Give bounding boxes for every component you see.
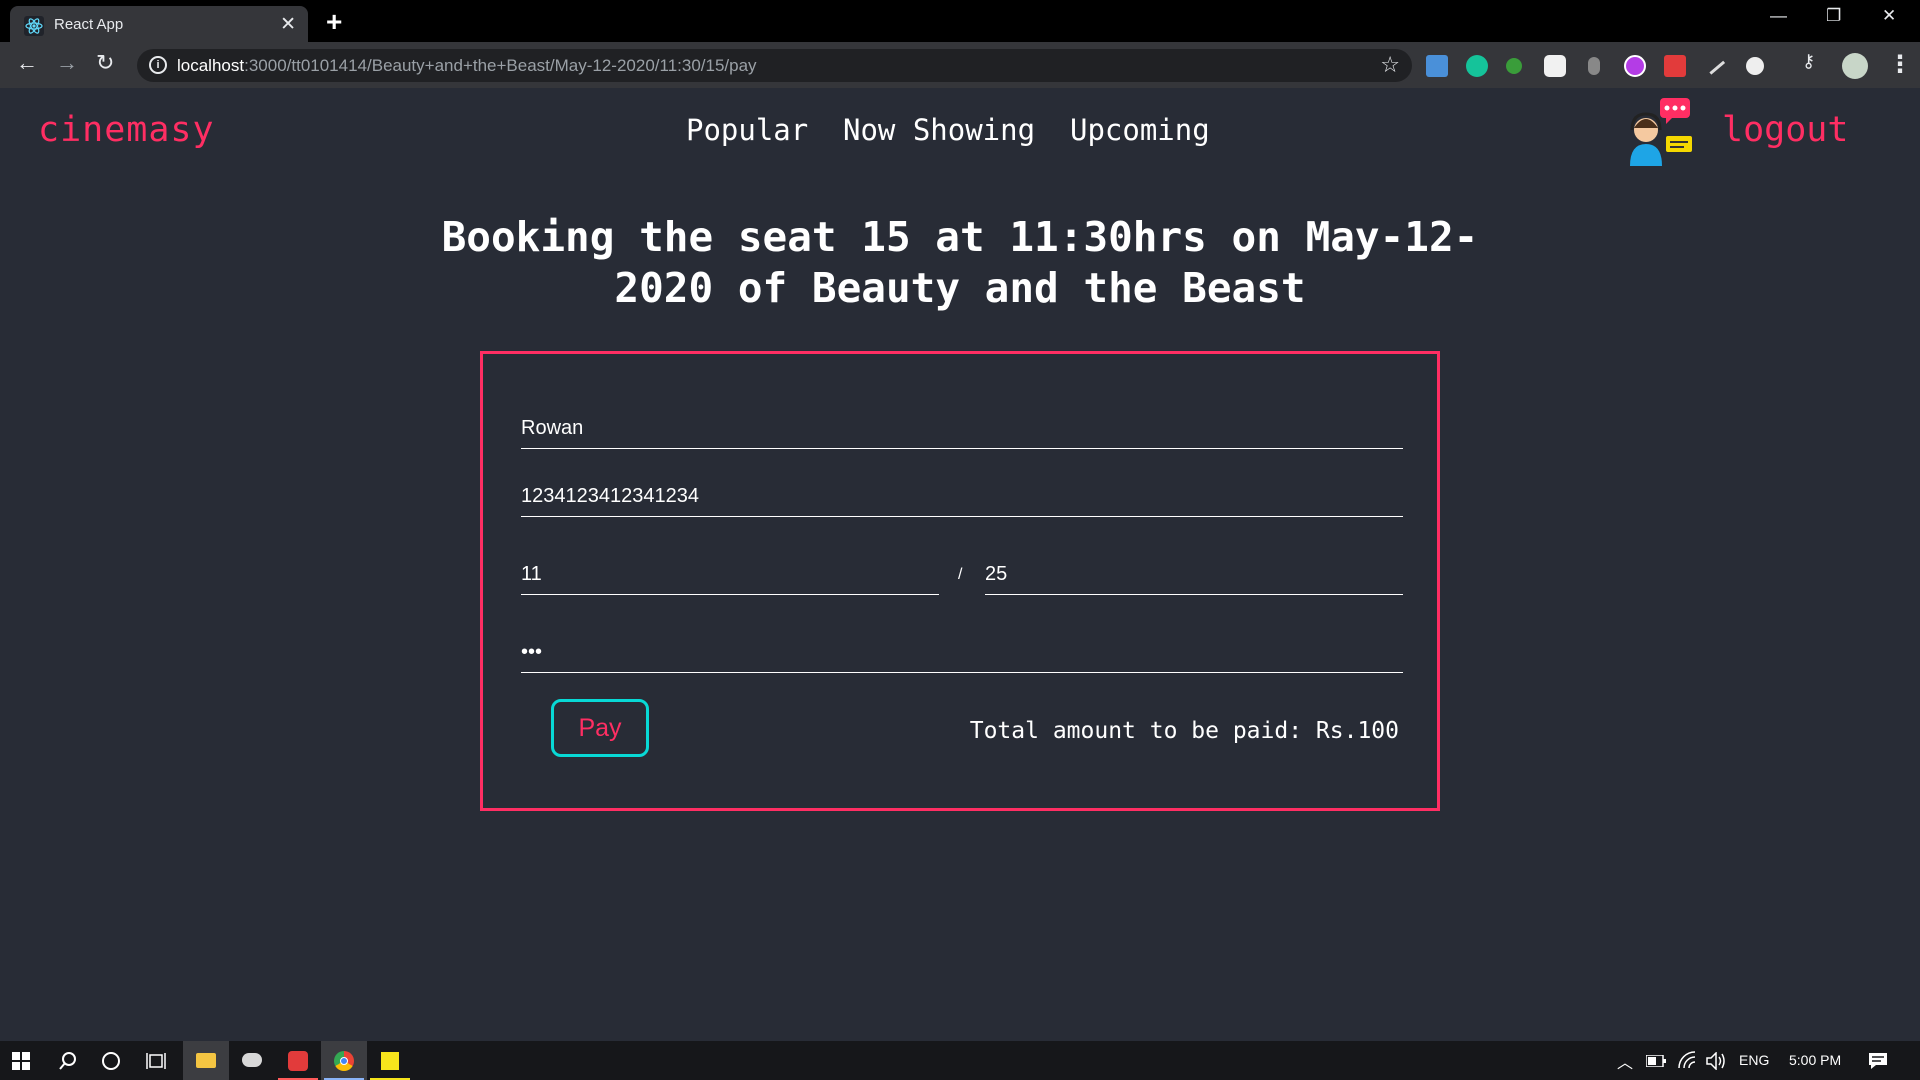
page-title: Booking the seat 15 at 11:30hrs on May-1… — [441, 213, 1479, 312]
new-tab-button[interactable]: + — [326, 6, 342, 38]
expiry-year-field[interactable] — [985, 548, 1403, 595]
notifications-icon[interactable] — [1868, 1052, 1888, 1070]
wifi-icon[interactable] — [1678, 1051, 1696, 1069]
restore-button[interactable]: ❐ — [1826, 6, 1841, 26]
cvv-field[interactable] — [521, 626, 1403, 673]
pay-button[interactable]: Pay — [551, 699, 649, 757]
reload-button[interactable]: ↻ — [96, 50, 114, 76]
url-text[interactable]: localhost:3000/tt0101414/Beauty+and+the+… — [177, 56, 757, 76]
expiry-month-field[interactable] — [521, 548, 939, 595]
tab-title: React App — [54, 16, 124, 33]
ext-leaf-icon[interactable] — [1506, 58, 1522, 74]
search-icon[interactable] — [58, 1051, 78, 1071]
expiry-year-input[interactable] — [985, 563, 1403, 586]
browser-tab[interactable]: React App ✕ — [10, 6, 308, 42]
nav-upcoming[interactable]: Upcoming — [1070, 113, 1210, 147]
name-field[interactable] — [521, 402, 1403, 449]
logout-link[interactable]: logout — [1722, 110, 1848, 150]
ext-purple-icon[interactable] — [1624, 55, 1646, 77]
payment-form: / Pay Total amount to be paid: Rs.100 — [480, 351, 1440, 811]
whatsapp-icon[interactable] — [275, 1041, 321, 1080]
volume-icon[interactable] — [1706, 1052, 1726, 1070]
clock[interactable]: 5:00 PM — [1789, 1052, 1841, 1068]
profile-icon[interactable] — [1842, 53, 1868, 79]
language-indicator[interactable]: ENG — [1739, 1052, 1769, 1068]
react-favicon-icon — [24, 16, 44, 36]
card-number-field[interactable] — [521, 470, 1403, 517]
sticky-notes-icon[interactable] — [367, 1041, 413, 1080]
tray-chevron-icon[interactable]: ︿ — [1617, 1049, 1633, 1073]
browser-menu-icon[interactable]: ⋮ — [1888, 50, 1912, 79]
ext-red-icon[interactable] — [1664, 55, 1686, 77]
nav-now-showing[interactable]: Now Showing — [843, 113, 1035, 147]
ext-a-icon[interactable] — [1426, 55, 1448, 77]
cvv-input[interactable] — [521, 641, 1403, 664]
browser-tab-strip: React App ✕ + — ❐ ✕ — [0, 0, 1920, 42]
ext-notes-icon[interactable] — [1544, 55, 1566, 77]
ext-mouse-icon[interactable] — [1588, 57, 1600, 75]
address-bar[interactable]: i localhost:3000/tt0101414/Beauty+and+th… — [137, 49, 1412, 82]
close-window-button[interactable]: ✕ — [1882, 6, 1896, 26]
support-avatar-icon[interactable] — [1622, 96, 1694, 168]
ext-pen-icon[interactable] — [1704, 55, 1726, 75]
windows-taskbar: ︿ ENG 5:00 PM — [0, 1041, 1920, 1080]
tab-close-icon[interactable]: ✕ — [280, 13, 296, 36]
nav-popular[interactable]: Popular — [686, 113, 808, 147]
battery-icon[interactable] — [1646, 1055, 1666, 1067]
minimize-button[interactable]: — — [1770, 6, 1787, 26]
brand-logo[interactable]: cinemasy — [38, 110, 215, 150]
total-amount: Total amount to be paid: Rs.100 — [969, 718, 1399, 744]
back-button[interactable]: ← — [16, 50, 38, 76]
grammarly-icon[interactable] — [1466, 55, 1488, 77]
chrome-icon[interactable] — [321, 1041, 367, 1080]
browser-toolbar: ← → ↻ i localhost:3000/tt0101414/Beauty+… — [0, 42, 1920, 88]
windows-start-icon[interactable] — [12, 1052, 30, 1070]
site-info-icon[interactable]: i — [149, 56, 167, 74]
name-input[interactable] — [521, 417, 1403, 440]
task-view-icon[interactable] — [146, 1051, 166, 1071]
app-taskbar-icon[interactable] — [229, 1041, 275, 1080]
key-icon[interactable]: ⚷ — [1802, 51, 1824, 73]
expiry-separator: / — [958, 566, 963, 583]
expiry-month-input[interactable] — [521, 563, 939, 586]
ext-globe-icon[interactable] — [1746, 57, 1764, 75]
card-number-input[interactable] — [521, 485, 1403, 508]
cortana-icon[interactable] — [101, 1051, 121, 1071]
bookmark-star-icon[interactable]: ☆ — [1380, 52, 1400, 78]
forward-button[interactable]: → — [56, 50, 78, 76]
file-explorer-icon[interactable] — [183, 1041, 229, 1080]
